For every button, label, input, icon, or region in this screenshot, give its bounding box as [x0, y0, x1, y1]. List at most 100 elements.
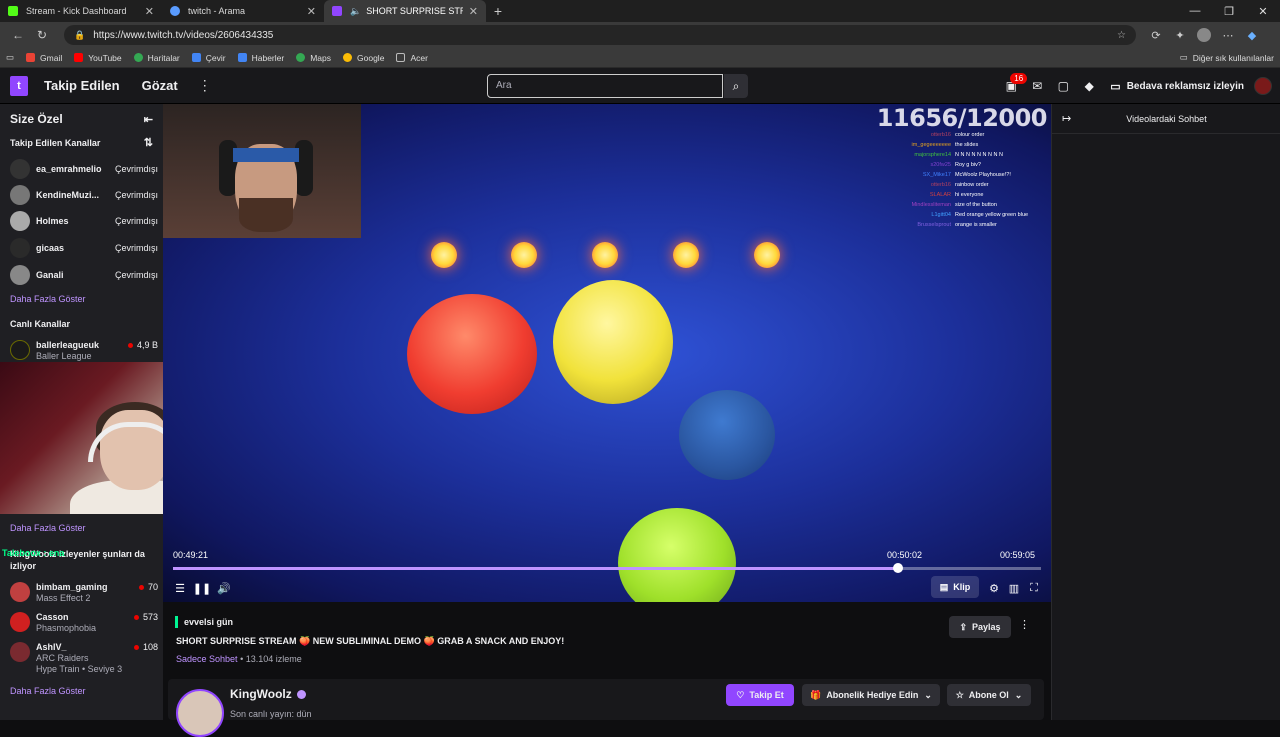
more-menu-icon[interactable]: ⋮: [198, 77, 212, 94]
recommended-channel[interactable]: Casson Phasmophobia 573: [10, 612, 158, 633]
recommended-channel[interactable]: bimbam_gaming Mass Effect 2 70: [10, 582, 158, 603]
bookmark-translate[interactable]: Çevir: [191, 53, 226, 63]
address-bar[interactable]: 🔒 https://www.twitch.tv/videos/260643433…: [64, 25, 1136, 45]
tab-kick-dashboard[interactable]: Stream - Kick Dashboard ✕: [0, 0, 162, 22]
bookmark-maps[interactable]: Haritalar: [133, 53, 180, 63]
menu-icon[interactable]: ⋯: [1216, 28, 1240, 42]
close-window-icon[interactable]: ✕: [1246, 0, 1280, 22]
seek-bar[interactable]: [173, 563, 1041, 573]
hover-time: 00:50:02: [887, 550, 923, 560]
copilot-icon[interactable]: ◆: [1240, 28, 1264, 42]
followed-channel[interactable]: Holmes Çevrimdışı: [10, 209, 158, 233]
show-more-live[interactable]: Daha Fazla Göster: [10, 523, 86, 533]
inbox-icon[interactable]: ▣ 16: [998, 73, 1028, 93]
close-icon[interactable]: ✕: [145, 5, 154, 18]
mail-icon[interactable]: ✉: [1024, 79, 1050, 93]
bookmark-maps-2[interactable]: Maps: [296, 53, 331, 63]
extensions-icon[interactable]: ⟳: [1144, 28, 1168, 42]
gift-icon: 🎁: [810, 689, 822, 700]
chat-message: size of the button: [955, 202, 997, 208]
minimize-icon[interactable]: —: [1178, 0, 1212, 22]
followed-channel[interactable]: KendineMuzi... Çevrimdışı: [10, 183, 158, 207]
streamer-facecam: [163, 104, 361, 238]
close-icon[interactable]: ✕: [307, 5, 316, 18]
share-button[interactable]: ⇪ Paylaş: [949, 616, 1011, 638]
new-tab-button[interactable]: +: [486, 0, 510, 22]
volume-icon[interactable]: 🔊: [215, 578, 233, 598]
recommended-channel[interactable]: AshlV_ ARC Raiders Hype Train • Seviye 3 1…: [10, 642, 158, 674]
chat-message: orange is smaller: [955, 222, 997, 228]
followed-channel[interactable]: Ganali Çevrimdışı: [10, 263, 158, 287]
bookmark-other-folder[interactable]: ▭ Diğer sık kullanılanlar: [1180, 52, 1274, 63]
collapse-sidebar-icon[interactable]: ⇤: [144, 113, 153, 126]
twitch-top-nav: t Takip Edilen Gözat ⋮ Ara ⌕ ▣ 16 ✉ ▢ ◆ ▭…: [0, 68, 1280, 104]
bookmark-news[interactable]: Haberler: [237, 53, 284, 63]
whispers-icon[interactable]: ▢: [1050, 79, 1076, 93]
star-icon[interactable]: ☆: [1117, 30, 1126, 41]
channel-name[interactable]: KingWoolz: [230, 687, 306, 701]
clip-button[interactable]: ▤ Klip: [931, 576, 979, 598]
follow-button[interactable]: ♡ Takip Et: [726, 684, 794, 706]
avatar: [10, 340, 30, 360]
back-icon[interactable]: ←: [6, 24, 30, 46]
tab-title: twitch - Arama: [188, 6, 246, 16]
show-more-recommended[interactable]: Daha Fazla Göster: [10, 686, 86, 696]
url-text: https://www.twitch.tv/videos/2606434335: [93, 29, 274, 41]
live-dot-icon: [138, 584, 144, 590]
puzzle-icon[interactable]: ✦: [1168, 28, 1192, 42]
maximize-icon[interactable]: ❐: [1212, 0, 1246, 22]
sidebar-toggle-icon[interactable]: ▭: [6, 52, 14, 63]
tab-twitch-search[interactable]: twitch - Arama ✕: [162, 0, 324, 22]
bookmark-acer[interactable]: Acer: [396, 53, 428, 63]
reload-icon[interactable]: ↻: [30, 24, 54, 46]
followed-channel[interactable]: gicaas Çevrimdışı: [10, 236, 158, 260]
chat-message: the slides: [955, 142, 979, 148]
adfree-button[interactable]: ▭ Bedava reklamsız izleyin: [1110, 80, 1244, 93]
pause-icon[interactable]: ❚❚: [193, 578, 211, 598]
subscribe-button[interactable]: ☆ Abone Ol ⌄: [947, 684, 1031, 706]
current-time: 00:49:21: [173, 550, 209, 560]
video-date-tag: evvelsi gün: [175, 616, 233, 628]
avatar: [10, 265, 30, 285]
bookmark-youtube[interactable]: YouTube: [74, 53, 122, 63]
bits-icon[interactable]: ◆: [1076, 79, 1102, 93]
gift-sub-button[interactable]: 🎁 Abonelik Hediye Edin ⌄: [802, 684, 940, 706]
chat-message: McWoolz Playhouse!?!: [955, 172, 1011, 178]
profile-icon[interactable]: [1192, 28, 1216, 42]
light-dot: [754, 242, 780, 268]
chat-message: N N N N N N N N N: [955, 152, 1003, 158]
search-button[interactable]: ⌕: [724, 74, 748, 98]
close-icon[interactable]: ✕: [469, 5, 478, 18]
chat-panel: ↦ Videolardaki Sohbet: [1051, 104, 1280, 720]
avatar: [10, 211, 30, 231]
video-player[interactable]: 11656/12000 otterb16 colour order im_gegee…: [163, 104, 1051, 602]
chapters-icon[interactable]: ☰: [171, 578, 189, 598]
settings-icon[interactable]: ⚙: [985, 578, 1003, 598]
show-more-followed[interactable]: Daha Fazla Göster: [10, 294, 86, 304]
nav-following[interactable]: Takip Edilen: [44, 78, 120, 93]
chat-username: s20fw25: [930, 162, 952, 168]
lock-icon: 🔒: [74, 29, 86, 40]
sort-icon[interactable]: ⇅: [144, 136, 153, 149]
live-channel[interactable]: ballerleagueuk Baller League 4,9 B: [10, 340, 158, 361]
avatar: [10, 159, 30, 179]
bookmark-google[interactable]: Google: [343, 53, 384, 63]
search-input[interactable]: Ara: [487, 74, 723, 98]
bookmark-gmail[interactable]: Gmail: [26, 53, 62, 63]
sidebar-title: Size Özel: [10, 112, 63, 126]
overlay-chat-line: s20fw25 Roy g biv?: [891, 160, 1051, 170]
twitch-logo-icon[interactable]: t: [10, 75, 28, 96]
more-options-icon[interactable]: ⋮: [1019, 618, 1030, 631]
nav-browse[interactable]: Gözat: [142, 78, 178, 93]
seek-handle[interactable]: [892, 563, 903, 573]
avatar: [10, 642, 30, 662]
channel-avatar[interactable]: [176, 689, 224, 737]
seek-bar-fill: [173, 567, 898, 570]
fullscreen-icon[interactable]: ⛶: [1025, 578, 1043, 598]
user-avatar[interactable]: [1254, 77, 1272, 95]
tab-short-surprise-stream[interactable]: 🔈 SHORT SURPRISE STREAM ✕: [324, 0, 486, 22]
theatre-mode-icon[interactable]: ▥: [1005, 578, 1023, 598]
category-link[interactable]: Sadece Sohbet: [176, 654, 238, 664]
followed-channel[interactable]: ea_emrahmelio Çevrimdışı: [10, 157, 158, 181]
channel-row: KingWoolz Son canlı yayın: dün ♡ Takip Et…: [168, 679, 1044, 737]
